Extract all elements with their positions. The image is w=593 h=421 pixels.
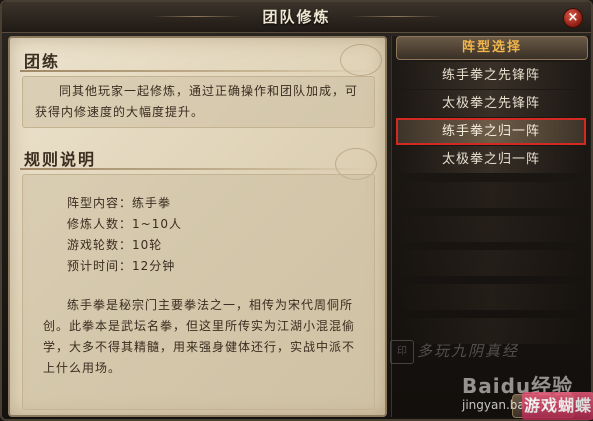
formation-item[interactable]: 练手拳之先锋阵 [396, 62, 586, 89]
rules-box: 阵型内容：练手拳 修炼人数：1~10人 游戏轮数：10轮 预计时间：12分钟 练… [22, 174, 375, 410]
rule-line: 阵型内容：练手拳 [67, 196, 172, 210]
empty-slot [396, 216, 586, 242]
rule-line: 预计时间：12分钟 [67, 259, 176, 273]
section-divider [20, 168, 375, 170]
window-title: 团队修炼 [262, 8, 331, 26]
title-bar: 团队修炼 × [2, 2, 591, 33]
team-training-window: 团队修炼 × 团练 同其他玩家一起修炼，通过正确操作和团队加成，可获得内修速度的… [0, 0, 593, 421]
watermark-site-logo: 游戏蝴蝶 [522, 392, 593, 420]
empty-slot [396, 250, 586, 276]
formation-item[interactable]: 太极拳之归一阵 [396, 146, 586, 173]
section-title-rules: 规则说明 [24, 150, 97, 169]
watermark-script: 多玩九阴真经 [417, 342, 520, 360]
description-box: 同其他玩家一起修炼，通过正确操作和团队加成，可获得内修速度的大幅度提升。 [22, 76, 375, 128]
formation-item-selected[interactable]: 练手拳之归一阵 [396, 118, 586, 145]
story-text: 练手拳是秘宗门主要拳法之一，相传为宋代周侗所创。此拳本是武坛名拳，但这里所传实为… [43, 298, 356, 375]
section-title-training: 团练 [24, 52, 61, 71]
empty-slot [396, 182, 586, 208]
formation-list: 练手拳之先锋阵 太极拳之先锋阵 练手拳之归一阵 太极拳之归一阵 [396, 62, 586, 174]
title-ornament-right [351, 16, 441, 17]
close-button[interactable]: × [563, 8, 583, 28]
formation-select-header: 阵型选择 [396, 36, 588, 60]
empty-slot [396, 284, 586, 310]
description-text: 同其他玩家一起修炼，通过正确操作和团队加成，可获得内修速度的大幅度提升。 [35, 84, 359, 119]
rule-line: 修炼人数：1~10人 [67, 217, 182, 231]
watermark-seal: 印 [390, 340, 414, 364]
info-panel: 团练 同其他玩家一起修炼，通过正确操作和团队加成，可获得内修速度的大幅度提升。 … [8, 36, 387, 417]
formation-item[interactable]: 太极拳之先锋阵 [396, 90, 586, 117]
close-icon: × [567, 10, 579, 25]
rule-line: 游戏轮数：10轮 [67, 238, 163, 252]
section-divider [20, 70, 375, 72]
